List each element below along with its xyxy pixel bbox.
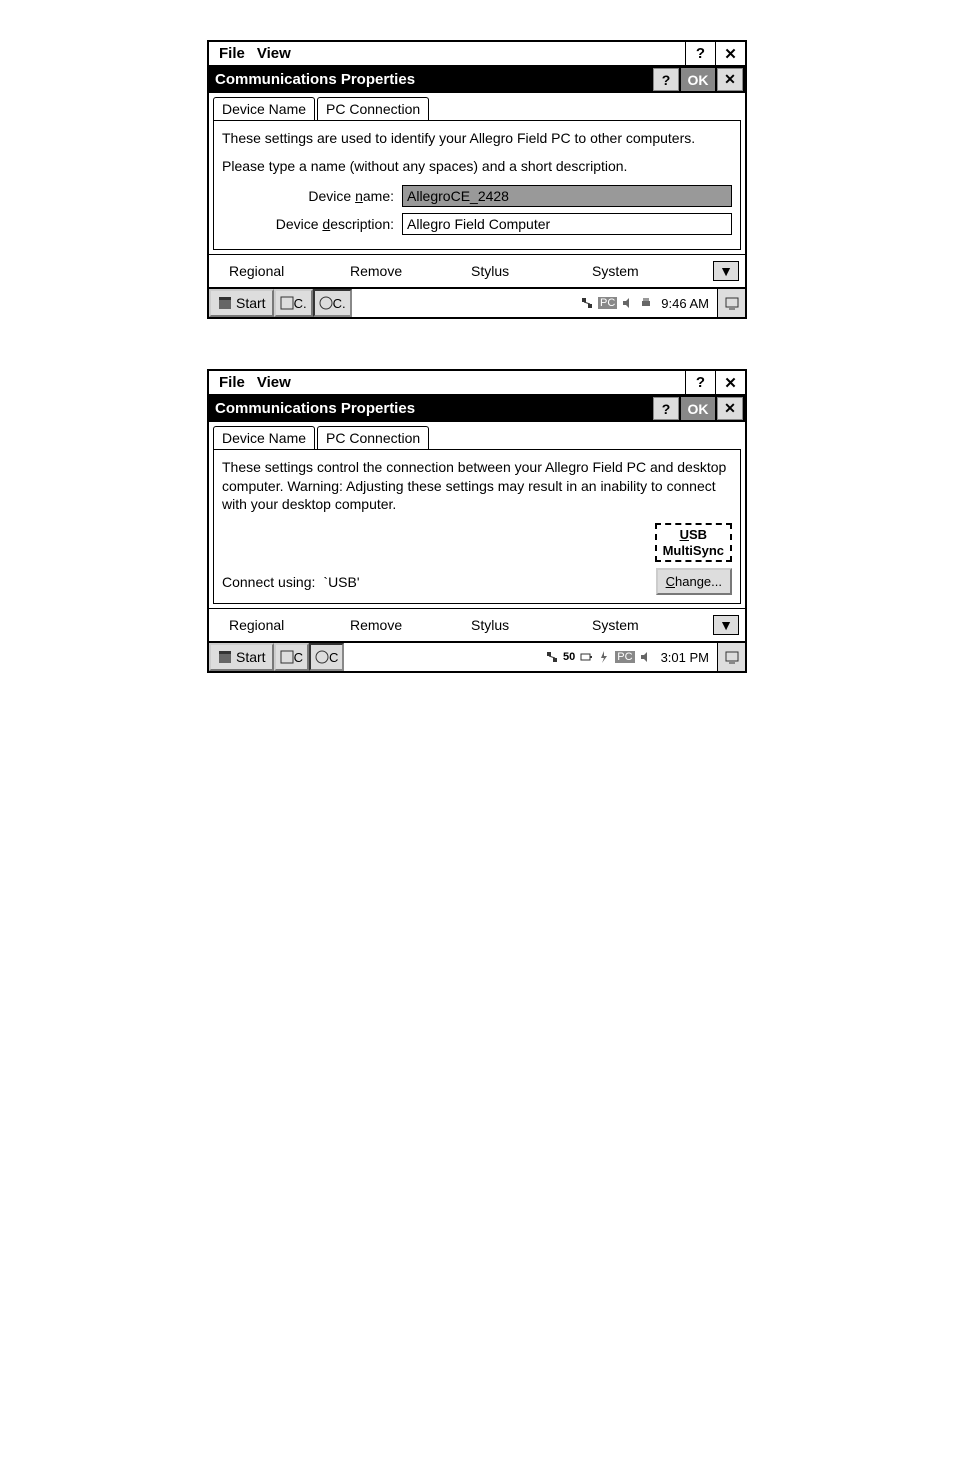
desktop-icon [724,649,740,665]
tab-device-name[interactable]: Device Name [213,97,315,120]
cpanel-stylus[interactable]: Stylus [471,617,592,633]
cpanel-system[interactable]: System [592,263,713,279]
show-desktop-button[interactable] [717,643,745,671]
menubar: File View ? ✕ [209,42,745,66]
globe-icon [319,296,333,310]
volume-icon[interactable] [639,650,653,664]
titlebar-close-button[interactable]: ✕ [717,68,743,91]
cpanel-remove[interactable]: Remove [350,263,471,279]
window-icon [280,650,294,664]
cpanel-stylus[interactable]: Stylus [471,263,592,279]
tray-aux: 50 [563,651,575,663]
printer-icon[interactable] [639,296,653,310]
menubar-close-button[interactable]: ✕ [715,42,745,65]
window-communications-pcconnection: File View ? ✕ Communications Properties … [207,369,747,673]
clock[interactable]: 3:01 PM [657,650,713,665]
pc-badge: PC [615,651,634,663]
start-icon [217,295,233,311]
change-button[interactable]: Change... [656,568,732,595]
connect-using-value: `USB' [323,574,647,590]
bolt-icon[interactable] [597,650,611,664]
usb-multisync-box: USB MultiSync [655,523,732,562]
titlebar-help-button[interactable]: ? [653,68,679,91]
show-desktop-button[interactable] [717,289,745,317]
device-description-label: Device description: [222,216,402,232]
taskbar-button-1[interactable]: C [274,643,309,671]
control-panel-row: Regional Remove Stylus System ▼ [209,254,745,287]
device-description-input[interactable] [402,213,732,235]
cpanel-regional[interactable]: Regional [229,263,350,279]
titlebar: Communications Properties ? OK ✕ [209,66,745,93]
titlebar-help-button[interactable]: ? [653,397,679,420]
tabs: Device Name PC Connection [209,422,745,449]
intro-text: These settings are used to identify your… [222,129,732,147]
window-title: Communications Properties [215,68,653,91]
taskbar: Start C C 50 PC 3:01 PM [209,641,745,671]
globe-icon [315,650,329,664]
menubar-help-button[interactable]: ? [685,42,715,65]
menu-file[interactable]: File [219,374,245,391]
hint-text: Please type a name (without any spaces) … [222,157,732,175]
tabs: Device Name PC Connection [209,93,745,120]
tab-panel-device-name: These settings are used to identify your… [213,120,741,250]
control-panel-row: Regional Remove Stylus System ▼ [209,608,745,641]
window-title: Communications Properties [215,397,653,420]
device-name-input[interactable] [402,185,732,207]
window-icon [280,296,294,310]
start-label: Start [236,649,266,665]
tab-pc-connection[interactable]: PC Connection [317,426,429,449]
titlebar-close-button[interactable]: ✕ [717,397,743,420]
menu-file[interactable]: File [219,45,245,62]
titlebar-ok-button[interactable]: OK [681,397,715,420]
system-tray: 50 PC 3:01 PM [541,643,717,671]
tab-device-name[interactable]: Device Name [213,426,315,449]
menubar: File View ? ✕ [209,371,745,395]
cpanel-regional[interactable]: Regional [229,617,350,633]
volume-icon[interactable] [621,296,635,310]
menubar-help-button[interactable]: ? [685,371,715,394]
cpanel-remove[interactable]: Remove [350,617,471,633]
tab-pc-connection[interactable]: PC Connection [317,97,429,120]
connect-row: Connect using: `USB' Change... [222,568,732,595]
menu-items: File View [209,42,685,65]
tab-panel-pc-connection: These settings control the connection be… [213,449,741,604]
titlebar: Communications Properties ? OK ✕ [209,395,745,422]
network-icon[interactable] [580,296,594,310]
usb-callout: USB MultiSync [222,523,732,562]
menubar-close-button[interactable]: ✕ [715,371,745,394]
system-tray: PC 9:46 AM [576,289,717,317]
window-communications-devicename: File View ? ✕ Communications Properties … [207,40,747,319]
taskbar-button-2[interactable]: C [309,643,344,671]
taskbar-button-2[interactable]: C. [313,289,352,317]
start-button[interactable]: Start [209,289,274,317]
pc-badge: PC [598,297,617,309]
usb-label-line1: USB [663,527,724,543]
start-icon [217,649,233,665]
usb-label-line2: MultiSync [663,543,724,559]
menu-view[interactable]: View [257,45,291,62]
start-button[interactable]: Start [209,643,274,671]
titlebar-ok-button[interactable]: OK [681,68,715,91]
cpanel-dropdown-button[interactable]: ▼ [713,615,739,635]
start-label: Start [236,295,266,311]
clock[interactable]: 9:46 AM [657,296,713,311]
cpanel-dropdown-button[interactable]: ▼ [713,261,739,281]
battery-icon[interactable] [579,650,593,664]
taskbar-button-1[interactable]: C. [274,289,313,317]
desktop-icon [724,295,740,311]
device-name-label: Device name: [222,188,402,204]
taskbar: Start C. C. PC 9:46 AM [209,287,745,317]
cpanel-system[interactable]: System [592,617,713,633]
menu-view[interactable]: View [257,374,291,391]
network-icon[interactable] [545,650,559,664]
connect-using-label: Connect using: [222,574,315,590]
intro-text: These settings control the connection be… [222,458,732,513]
menu-items: File View [209,371,685,394]
